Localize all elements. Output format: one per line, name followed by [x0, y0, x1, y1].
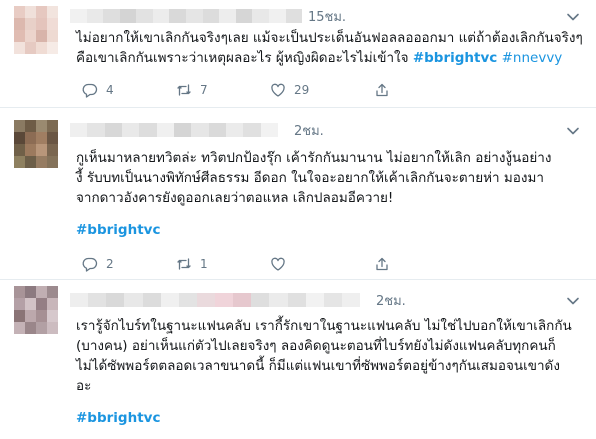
tweet-header: 2ชม. [70, 290, 406, 310]
blurred-username[interactable] [70, 9, 303, 23]
retweet-count: 7 [200, 83, 208, 97]
tweet-timestamp[interactable]: 2ชม. [294, 120, 324, 141]
tweet-1[interactable]: 15ชม. ไม่อยากให้เขาเลิกกันจริงๆเลย แม้จะ… [0, 0, 596, 108]
tweet-line: เรารู้จักไบร์ทในฐานะแฟนคลับ เรากี้รักเขา… [76, 318, 572, 334]
tweet-actions: 2 1 [82, 254, 502, 274]
retweet-button[interactable]: 7 [176, 80, 208, 100]
chevron-down-icon[interactable] [564, 292, 582, 310]
tweet-line: งี้ รับบทเป็นนางพิทักษ์ศีลธรรม อีดอก ในใ… [76, 170, 544, 186]
tweet-3[interactable]: 2ชม. เรารู้จักไบร์ทในฐานะแฟนคลับ เรากี้ร… [0, 280, 596, 439]
reply-button[interactable]: 2 [82, 254, 114, 274]
share-button[interactable] [374, 80, 390, 100]
avatar[interactable] [14, 286, 58, 334]
share-icon [376, 257, 388, 271]
tweet-line-text: คือเขาเลิกกันเพราะว่าเหตุผลอะไร ผู้หญิงผ… [76, 50, 413, 66]
retweet-icon [177, 258, 191, 270]
hashtag-link[interactable]: #bbrightvc [76, 410, 160, 426]
hashtag-link[interactable]: #bbrightvc [413, 50, 497, 66]
tweet-hashtag-line: #bbrightvc [76, 408, 586, 428]
tweet-text: ไม่อยากให้เขาเลิกกันจริงๆเลย แม้จะเป็นปร… [76, 28, 586, 68]
like-button[interactable]: 29 [270, 80, 309, 100]
reply-button[interactable]: 4 [82, 80, 114, 100]
like-icon [271, 83, 285, 97]
tweet-2[interactable]: 2ชม. กูเห็นมาหลายทวิตล่ะ ทวิตปกป้องรุ๊ก … [0, 108, 596, 280]
blurred-username[interactable] [70, 123, 278, 137]
chevron-down-icon[interactable] [564, 122, 582, 140]
tweet-text: กูเห็นมาหลายทวิตล่ะ ทวิตปกป้องรุ๊ก เค้าร… [76, 148, 586, 208]
tweet-text: เรารู้จักไบร์ทในฐานะแฟนคลับ เรากี้รักเขา… [76, 316, 586, 396]
blurred-username[interactable] [70, 293, 360, 307]
like-count: 29 [294, 83, 310, 97]
tweet-hashtag-line: #bbrightvc [76, 220, 586, 240]
hashtag-link[interactable]: #bbrightvc [76, 222, 160, 238]
tweet-line: กูเห็นมาหลายทวิตล่ะ ทวิตปกป้องรุ๊ก เค้าร… [76, 150, 552, 166]
reply-icon [82, 257, 98, 272]
share-button[interactable] [374, 254, 390, 274]
tweet-line: อะ [76, 378, 92, 394]
tweet-line: (บางคน) อย่าเห็นแก่ตัวไปเลยจริงๆ ลองคิดด… [76, 338, 556, 354]
like-icon [271, 257, 285, 271]
hashtag-link[interactable]: #nnevvy [502, 50, 563, 66]
tweet-header: 2ชม. [70, 120, 324, 140]
avatar[interactable] [14, 6, 58, 54]
reply-count: 4 [106, 83, 114, 97]
tweet-line: ไม่อยากให้เขาเลิกกันจริงๆเลย แม้จะเป็นปร… [76, 30, 583, 46]
tweet-line: ไม่ได้ซัพพอร์ตตลอดเวลาขนาดนี้ ก็มีแต่แฟน… [76, 358, 560, 374]
like-button[interactable] [270, 254, 294, 274]
tweet-timestamp[interactable]: 15ชม. [308, 6, 346, 27]
reply-icon [82, 83, 98, 98]
tweet-line: คือเขาเลิกกันเพราะว่าเหตุผลอะไร ผู้หญิงผ… [76, 48, 586, 68]
tweet-line: จากดาวอังคารยังดูออกเลยว่าตอแหล เลิกปลอม… [76, 190, 394, 206]
avatar[interactable] [14, 120, 58, 168]
retweet-icon [177, 84, 191, 96]
retweet-button[interactable]: 1 [176, 254, 208, 274]
chevron-down-icon[interactable] [564, 8, 582, 26]
share-icon [376, 83, 388, 97]
tweet-header: 15ชม. [70, 6, 346, 26]
tweet-actions: 4 7 29 [82, 80, 502, 100]
tweet-timestamp[interactable]: 2ชม. [376, 290, 406, 311]
retweet-count: 1 [200, 257, 208, 271]
reply-count: 2 [106, 257, 114, 271]
